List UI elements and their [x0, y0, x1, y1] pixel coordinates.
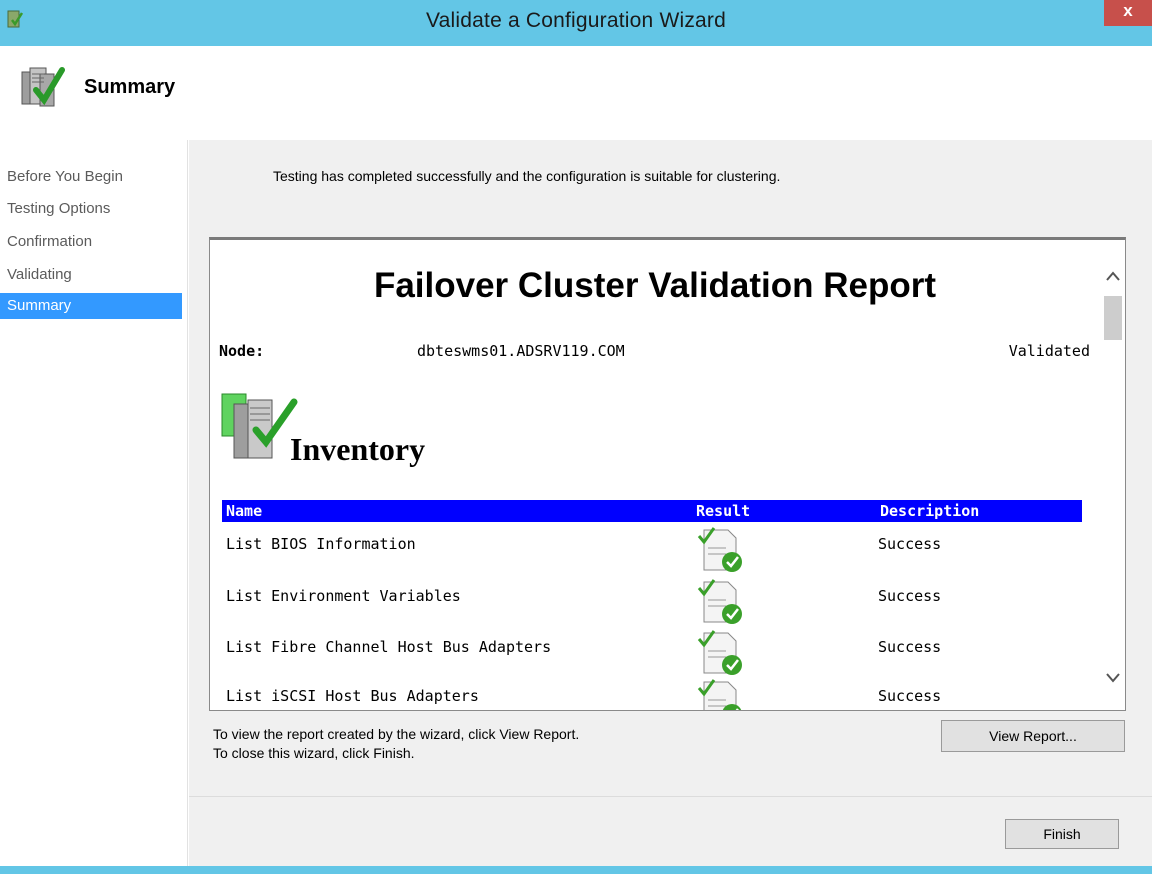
nav-step-before-you-begin[interactable]: Before You Begin [0, 164, 182, 190]
row-description: Success [878, 535, 942, 553]
node-value: dbteswms01.ADSRV119.COM [417, 342, 625, 360]
window-title: Validate a Configuration Wizard [426, 9, 726, 32]
row-description: Success [878, 587, 942, 605]
table-row: List iSCSI Host Bus Adapters Success [222, 676, 1082, 710]
view-report-hint: To view the report created by the wizard… [213, 726, 580, 742]
column-header-name: Name [226, 502, 263, 520]
inventory-icon [221, 393, 298, 459]
table-row: List Fibre Channel Host Bus Adapters Suc… [222, 627, 1082, 679]
chevron-up-icon[interactable] [1104, 268, 1122, 284]
row-description: Success [878, 638, 942, 656]
main-panel: Testing has completed successfully and t… [189, 140, 1152, 796]
wizard-window: Validate a Configuration Wizard x Summar… [0, 0, 1152, 874]
row-description: Success [878, 687, 942, 705]
row-name: List BIOS Information [226, 535, 416, 553]
close-button[interactable]: x [1104, 0, 1152, 26]
scrollbar-thumb[interactable] [1104, 296, 1122, 340]
page-title: Summary [84, 76, 176, 98]
success-check-icon [697, 579, 742, 624]
report-viewer[interactable]: Failover Cluster Validation Report Node:… [209, 237, 1126, 711]
status-message: Testing has completed successfully and t… [273, 168, 781, 184]
nav-step-testing-options[interactable]: Testing Options [0, 196, 182, 222]
node-label: Node: [219, 342, 265, 360]
finish-hint: To close this wizard, click Finish. [213, 745, 415, 761]
node-status: Validated [1008, 342, 1090, 360]
nav-step-summary[interactable]: Summary [0, 293, 182, 319]
row-name: List Fibre Channel Host Bus Adapters [226, 638, 552, 656]
column-header-result: Result [696, 502, 751, 520]
wizard-steps-nav: Before You Begin Testing Options Confirm… [0, 140, 188, 866]
report-title: Failover Cluster Validation Report [373, 266, 937, 305]
wizard-header: Summary [0, 46, 1152, 138]
nav-step-confirmation[interactable]: Confirmation [0, 229, 182, 255]
success-check-icon [697, 630, 742, 675]
finish-button[interactable]: Finish [1005, 819, 1119, 849]
success-check-icon [697, 527, 742, 572]
wizard-footer: Finish [189, 796, 1152, 866]
chevron-down-icon[interactable] [1104, 670, 1122, 686]
table-row: List BIOS Information Success [222, 524, 1082, 576]
column-header-description: Description [880, 502, 980, 520]
row-name: List iSCSI Host Bus Adapters [226, 687, 479, 705]
section-title: Inventory [290, 431, 426, 467]
success-check-icon [697, 679, 742, 710]
title-bar[interactable]: Validate a Configuration Wizard x [0, 0, 1152, 46]
server-check-icon [21, 67, 65, 107]
window-bottom-border [0, 866, 1152, 874]
table-header: Name Result Description [222, 500, 1082, 522]
row-name: List Environment Variables [226, 587, 461, 605]
nav-step-validating[interactable]: Validating [0, 262, 182, 288]
report-scrollbar[interactable] [1100, 240, 1125, 710]
view-report-button[interactable]: View Report... [941, 720, 1125, 752]
table-row: List Environment Variables Success [222, 576, 1082, 628]
